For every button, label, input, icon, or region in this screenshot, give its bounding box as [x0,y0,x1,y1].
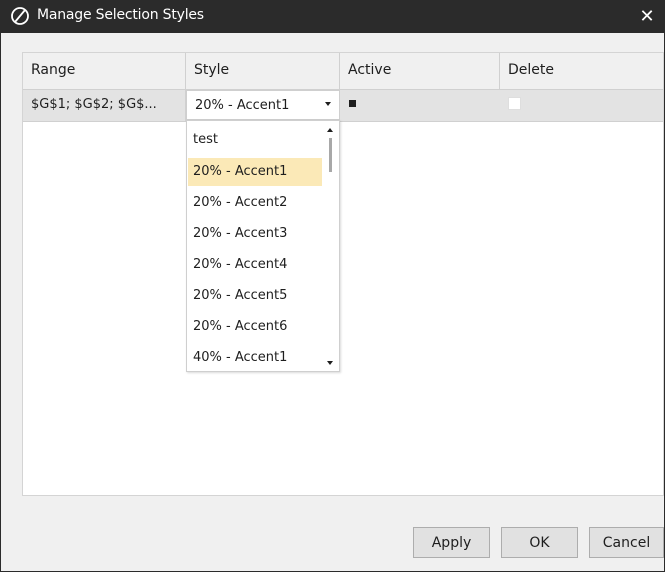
scrollbar-thumb[interactable] [329,138,332,172]
column-header-active[interactable]: Active [340,53,500,89]
dropdown-option-20-accent1[interactable]: 20% - Accent1 [188,158,322,186]
dropdown-scrollbar[interactable] [324,122,338,370]
dialog-title: Manage Selection Styles [37,7,204,23]
app-logo-icon [11,7,29,25]
range-cell[interactable]: $G$1; $G$2; $G$... [23,90,186,121]
close-icon: ✕ [639,5,655,27]
manage-selection-styles-dialog: Manage Selection Styles ✕ Range Style Ac… [0,0,665,572]
column-header-style[interactable]: Style [186,53,340,89]
active-checkbox[interactable] [349,100,356,107]
dropdown-option-test[interactable]: test [188,126,322,154]
apply-button[interactable]: Apply [413,527,490,558]
dropdown-option-20-accent4[interactable]: 20% - Accent4 [188,251,322,279]
styles-grid: Range Style Active Delete $G$1; $G$2; $G… [22,52,664,496]
ok-button[interactable]: OK [501,527,578,558]
grid-header: Range Style Active Delete [23,53,663,90]
delete-checkbox[interactable] [508,97,521,110]
column-header-delete[interactable]: Delete [500,53,663,89]
style-combobox-value: 20% - Accent1 [195,98,290,113]
scroll-down-icon[interactable] [327,361,333,365]
active-cell [340,90,500,121]
chevron-down-icon[interactable] [325,102,331,106]
dropdown-option-20-accent3[interactable]: 20% - Accent3 [188,220,322,248]
close-button[interactable]: ✕ [634,3,660,29]
dropdown-option-20-accent5[interactable]: 20% - Accent5 [188,282,322,310]
dropdown-option-20-accent6[interactable]: 20% - Accent6 [188,313,322,341]
dropdown-option-20-accent2[interactable]: 20% - Accent2 [188,189,322,217]
scroll-up-icon[interactable] [327,128,333,132]
title-bar: Manage Selection Styles ✕ [1,0,664,33]
table-row[interactable]: $G$1; $G$2; $G$... 20% - Accent1 [23,90,663,122]
style-combobox[interactable]: 20% - Accent1 [186,90,340,120]
cancel-button[interactable]: Cancel [589,527,664,558]
column-header-range[interactable]: Range [23,53,186,89]
delete-cell [500,90,663,121]
style-dropdown-list[interactable]: test 20% - Accent1 20% - Accent2 20% - A… [186,120,340,372]
dropdown-option-40-accent1[interactable]: 40% - Accent1 [188,344,322,372]
